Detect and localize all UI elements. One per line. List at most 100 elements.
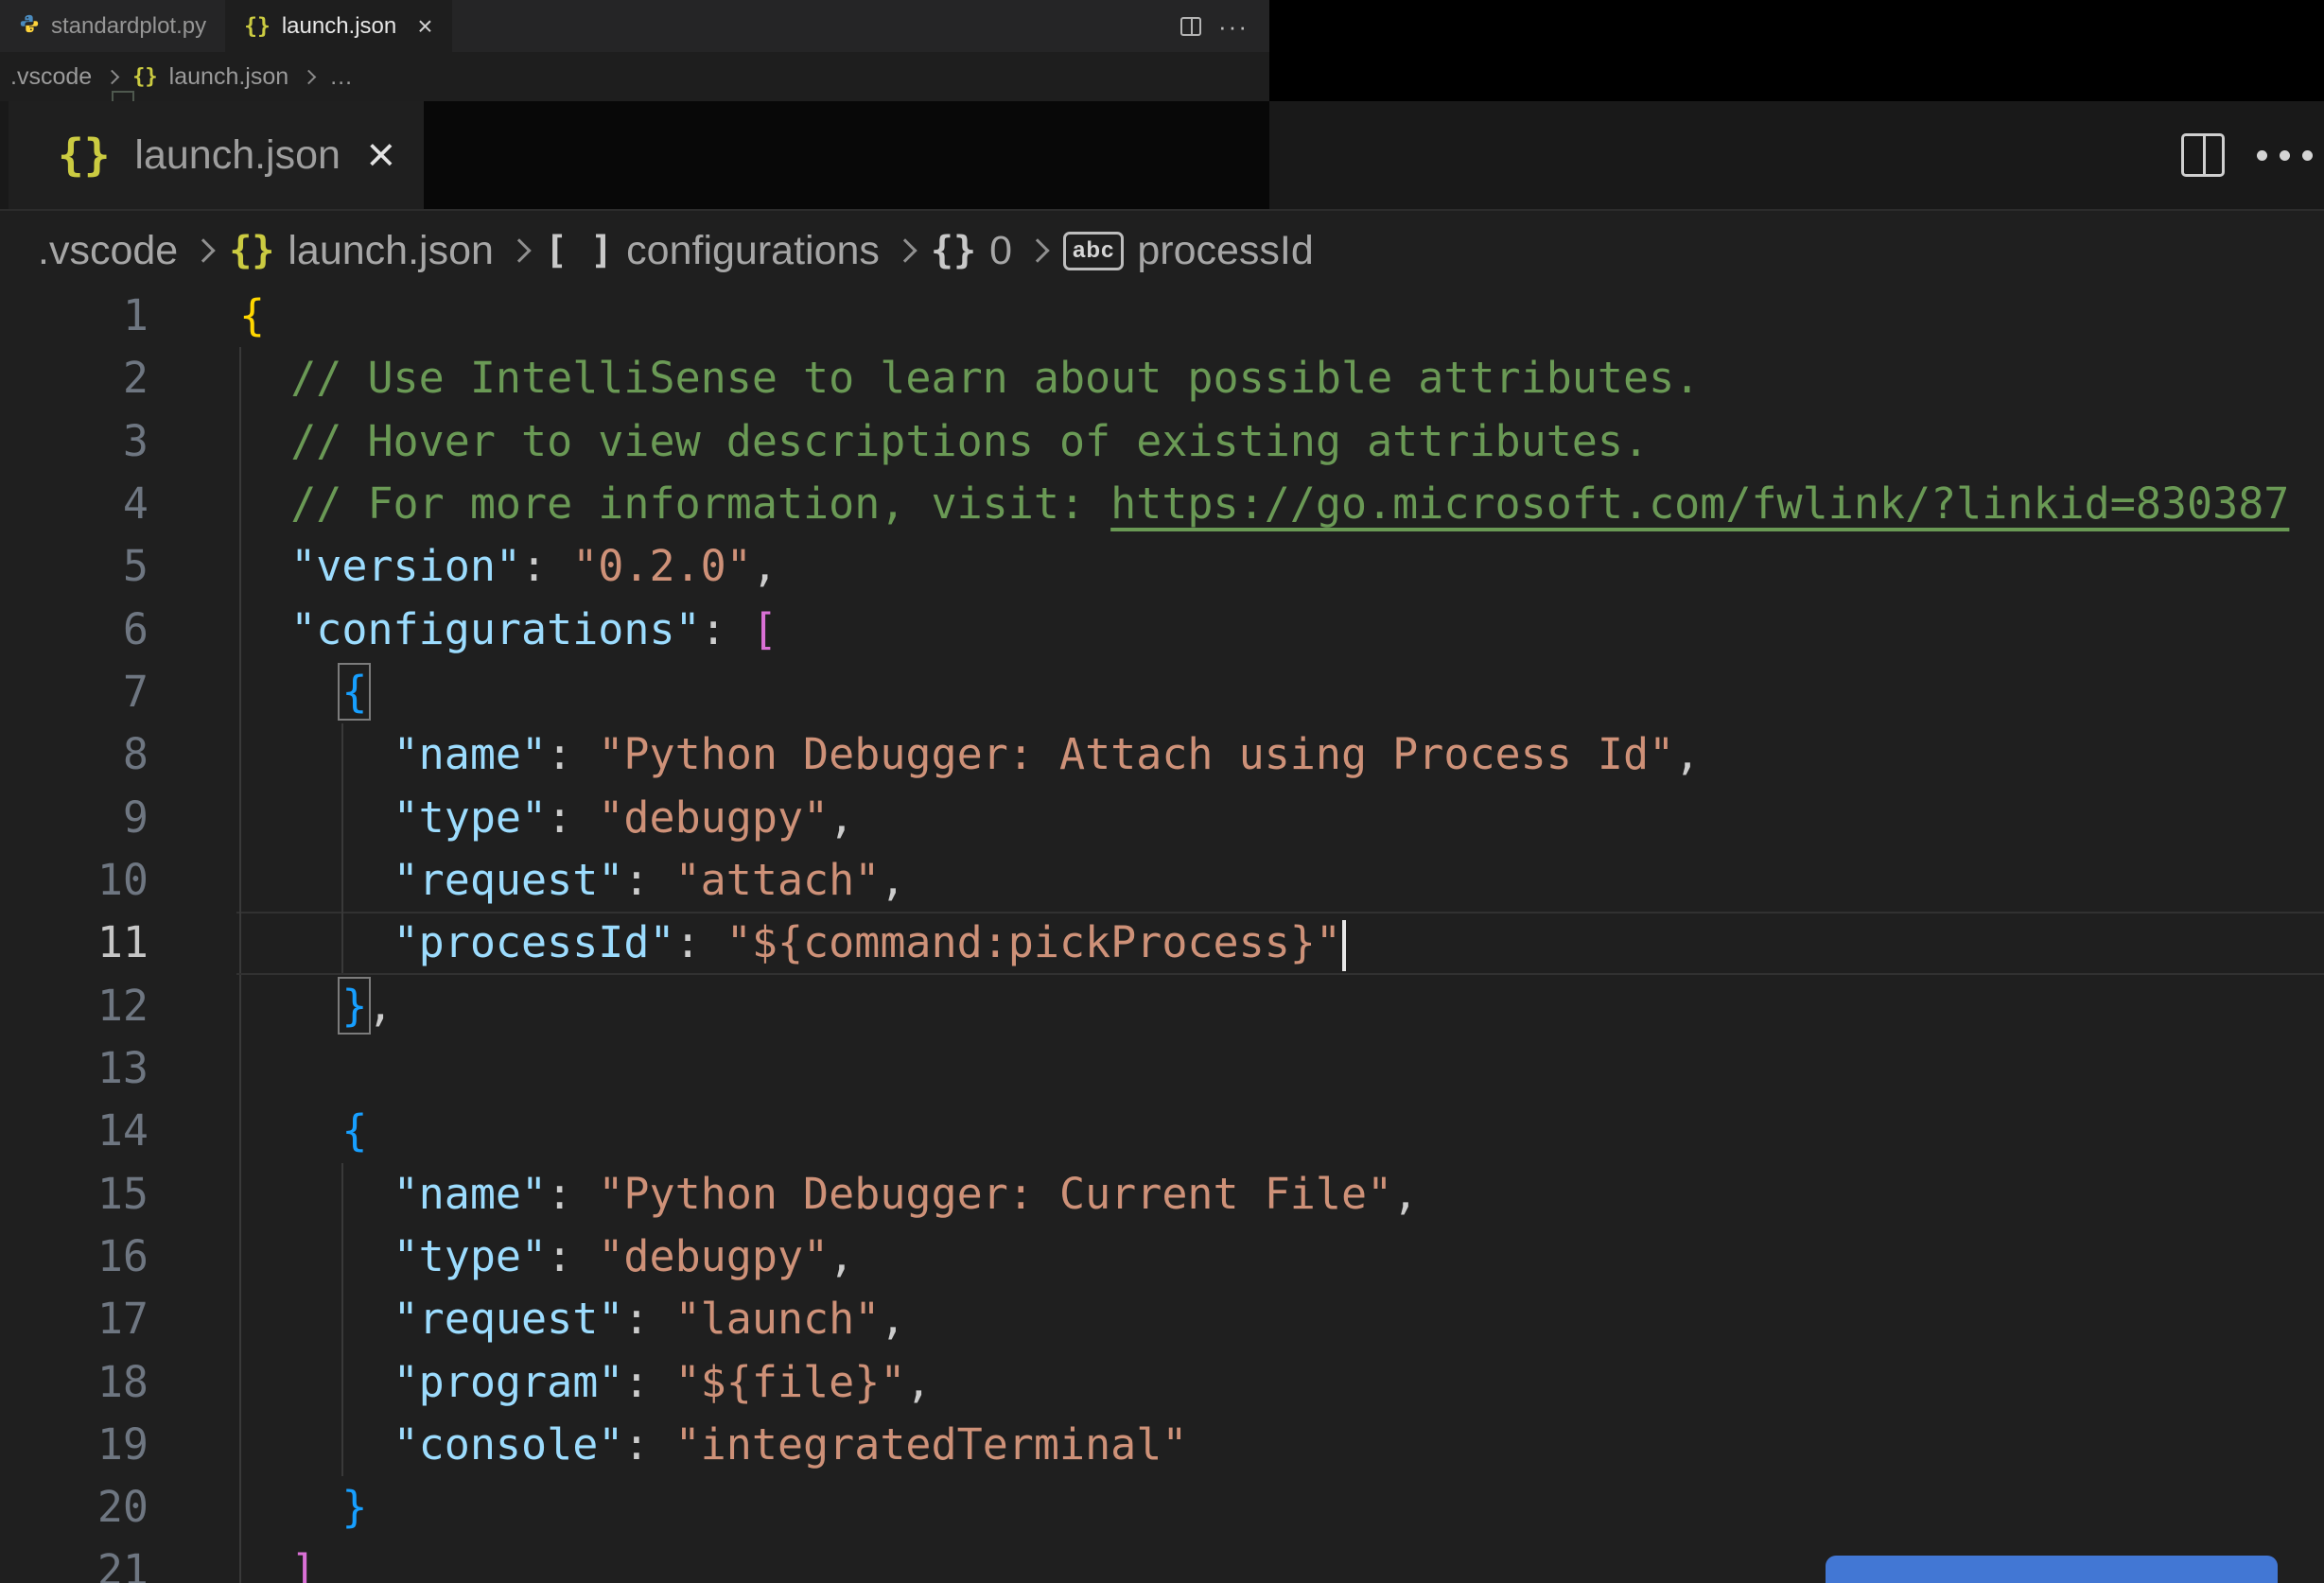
editor-actions (2181, 101, 2313, 209)
code-line-13[interactable]: 13 (0, 1036, 2324, 1101)
code-text: "configurations": [ (290, 603, 778, 654)
json-braces-icon: {} (244, 13, 271, 39)
code-line-14[interactable]: 14 { (0, 1100, 2324, 1163)
json-braces-icon: {} (58, 130, 111, 181)
code-text: "program": "${file}", (393, 1356, 932, 1407)
code-text: // Hover to view descriptions of existin… (290, 415, 1650, 466)
python-icon (19, 13, 40, 39)
close-icon[interactable]: × (367, 130, 395, 180)
code-text: "version": "0.2.0", (290, 541, 778, 592)
code-line-2[interactable]: 2 // Use IntelliSense to learn about pos… (0, 347, 2324, 410)
breadcrumb-item-0[interactable]: {} 0 (931, 228, 1012, 274)
code-line-18[interactable]: 18 "program": "${file}", (0, 1350, 2324, 1414)
breadcrumb-item--vscode[interactable]: .vscode (38, 228, 178, 274)
chevron-right-icon (191, 238, 216, 263)
line-number: 11 (96, 917, 149, 968)
code-line-16[interactable]: 16 "type": "debugpy", (0, 1225, 2324, 1289)
black-overlay-tab-row (424, 101, 1269, 209)
breadcrumb-label: launch.json (288, 227, 494, 273)
code-text: { (239, 290, 266, 340)
code-text: "name": "Python Debugger: Current File", (393, 1168, 1419, 1219)
code-line-1[interactable]: 1{ (0, 285, 2324, 347)
line-number: 8 (122, 729, 149, 780)
code-text: "request": "attach", (393, 854, 906, 905)
symbol-array-icon: [ ] (544, 229, 614, 272)
code-line-10[interactable]: 10 "request": "attach", (0, 848, 2324, 913)
breadcrumb-label: .vscode (38, 227, 179, 273)
breadcrumb-label: configurations (626, 227, 880, 273)
line-number: 5 (122, 541, 149, 592)
breadcrumb-item[interactable]: … (329, 63, 353, 91)
small-breadcrumb[interactable]: .vscode {} launch.json … (0, 52, 1269, 101)
breadcrumb-label: 0 (989, 227, 1012, 273)
more-actions-icon[interactable] (2257, 149, 2313, 161)
code-line-12[interactable]: 12 }, (0, 974, 2324, 1037)
code-line-5[interactable]: 5 "version": "0.2.0", (0, 535, 2324, 599)
line-number: 13 (96, 1042, 149, 1093)
code-text: "type": "debugpy", (393, 792, 855, 843)
json-braces-icon: {} (229, 229, 275, 272)
notification-primary-button[interactable] (1826, 1556, 2278, 1583)
small-tab-label: standardplot.py (51, 12, 207, 39)
line-number: 2 (122, 353, 149, 404)
symbol-string-icon: abc (1063, 231, 1125, 270)
line-number: 7 (122, 666, 149, 717)
code-text: }, (338, 976, 393, 1035)
close-icon[interactable]: × (417, 12, 432, 40)
line-number: 21 (96, 1544, 149, 1583)
line-number: 17 (96, 1294, 149, 1345)
tab-launch-json[interactable]: {} launch.json × (9, 101, 424, 209)
code-line-6[interactable]: 6 "configurations": [ (0, 598, 2324, 661)
top-editor-strip: standardplot.py {} launch.json × ··· .vscode… (0, 0, 1269, 101)
line-number: 4 (122, 478, 149, 529)
split-editor-icon[interactable] (1180, 16, 1202, 36)
line-number: 14 (96, 1105, 149, 1157)
code-area[interactable]: 1{2 // Use IntelliSense to learn about p… (0, 285, 2324, 1583)
code-text: } (341, 1482, 368, 1533)
link-text[interactable]: https://go.microsoft.com/fwlink/?linkid=… (1110, 478, 2289, 529)
chevron-right-icon (104, 69, 120, 84)
line-number: 19 (96, 1418, 149, 1470)
code-line-9[interactable]: 9 "type": "debugpy", (0, 786, 2324, 849)
breadcrumb-item[interactable]: launch.json (169, 63, 288, 91)
breadcrumb-item-configurations[interactable]: [ ] configurations (545, 228, 880, 274)
line-number: 15 (96, 1168, 149, 1219)
tab-label: launch.json (134, 131, 341, 178)
split-editor-icon[interactable] (2181, 133, 2225, 177)
breadcrumb-item-launch-json[interactable]: {} launch.json (229, 228, 494, 274)
code-line-20[interactable]: 20 } (0, 1476, 2324, 1540)
code-text: "console": "integratedTerminal" (393, 1418, 1188, 1470)
line-number: 12 (96, 980, 149, 1031)
code-line-4[interactable]: 4 // For more information, visit: https:… (0, 472, 2324, 536)
line-number: 18 (96, 1356, 149, 1407)
line-number: 9 (122, 792, 149, 843)
breadcrumb: .vscode {} launch.json [ ] configurations {} 0… (38, 213, 1314, 288)
chevron-right-icon (893, 238, 917, 263)
small-tab-label: launch.json (281, 12, 397, 39)
breadcrumb-item-processId[interactable]: abc processId (1063, 228, 1314, 274)
code-line-19[interactable]: 19 "console": "integratedTerminal" (0, 1413, 2324, 1477)
editor-group: {} launch.json × .vscode {} launch.json [ ]… (0, 101, 2324, 1583)
code-line-3[interactable]: 3 // Hover to view descriptions of exist… (0, 409, 2324, 473)
small-editor-actions: ··· (1180, 0, 1269, 52)
code-text: "type": "debugpy", (393, 1230, 855, 1281)
code-line-7[interactable]: 7 { (0, 660, 2324, 724)
breadcrumb-item[interactable]: .vscode (10, 63, 92, 91)
code-line-17[interactable]: 17 "request": "launch", (0, 1288, 2324, 1351)
code-text: "name": "Python Debugger: Attach using P… (393, 729, 1701, 780)
code-text: // For more information, visit: https://… (290, 478, 2290, 529)
small-tab-standardplot-py[interactable]: standardplot.py (0, 0, 225, 52)
vscode-window: standardplot.py {} launch.json × ··· .vscode… (0, 0, 2324, 1583)
line-number: 20 (96, 1482, 149, 1533)
code-line-8[interactable]: 8 "name": "Python Debugger: Attach using… (0, 723, 2324, 787)
code-text: // Use IntelliSense to learn about possi… (290, 353, 1701, 404)
code-line-15[interactable]: 15 "name": "Python Debugger: Current Fil… (0, 1162, 2324, 1226)
small-tab-launch-json[interactable]: {} launch.json × (225, 0, 452, 52)
chevron-right-icon (301, 69, 317, 84)
json-braces-icon: {} (132, 64, 158, 89)
small-tab-bar: standardplot.py {} launch.json × ··· (0, 0, 1269, 52)
code-line-11[interactable]: 11 "processId": "${command:pickProcess}" (0, 912, 2324, 975)
code-text: { (338, 662, 372, 721)
text-cursor (1341, 920, 1346, 972)
code-text: "processId": "${command:pickProcess}" (239, 912, 1346, 974)
